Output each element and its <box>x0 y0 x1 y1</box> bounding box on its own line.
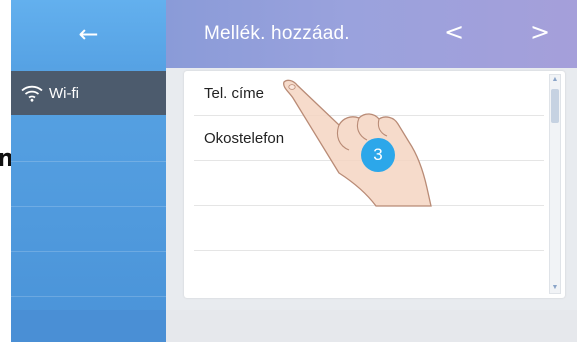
list-item-empty[interactable] <box>194 206 544 251</box>
wifi-icon <box>21 85 43 102</box>
top-header: Mellék. hozzáad. < > <box>166 0 577 68</box>
list-item-label: Okostelefon <box>204 129 285 147</box>
bottom-bar-side <box>11 310 166 342</box>
back-arrow-icon[interactable]: ← <box>78 20 98 48</box>
sidebar: ← Wi-fi <box>11 0 166 342</box>
list-scrollbar[interactable]: ▲ ▼ <box>549 74 561 294</box>
bottom-bar <box>11 310 577 342</box>
page-title: Mellék. hozzáad. <box>204 23 350 44</box>
list-item-label: Tel. címe <box>204 84 265 102</box>
scroll-down-icon[interactable]: ▼ <box>550 283 560 293</box>
sidebar-item-wifi[interactable]: Wi-fi <box>11 71 166 115</box>
device-screen: ← Wi-fi Mellék. hozzáad. < > Tel. címe O… <box>11 0 577 342</box>
edge-letter-fragment: n <box>0 144 11 172</box>
sidebar-item-label: Wi-fi <box>49 84 79 102</box>
sidebar-header: ← <box>11 0 166 68</box>
scroll-up-icon[interactable]: ▲ <box>550 75 560 85</box>
next-page-icon[interactable]: > <box>530 18 550 46</box>
sidebar-item-empty[interactable] <box>11 118 166 162</box>
scroll-thumb[interactable] <box>551 89 559 123</box>
sidebar-item-empty[interactable] <box>11 253 166 297</box>
prev-page-icon[interactable]: < <box>444 18 464 46</box>
sidebar-item-empty[interactable] <box>11 208 166 252</box>
step-badge: 3 <box>361 138 395 172</box>
list-item-empty[interactable] <box>194 251 544 296</box>
sidebar-item-empty[interactable] <box>11 163 166 207</box>
